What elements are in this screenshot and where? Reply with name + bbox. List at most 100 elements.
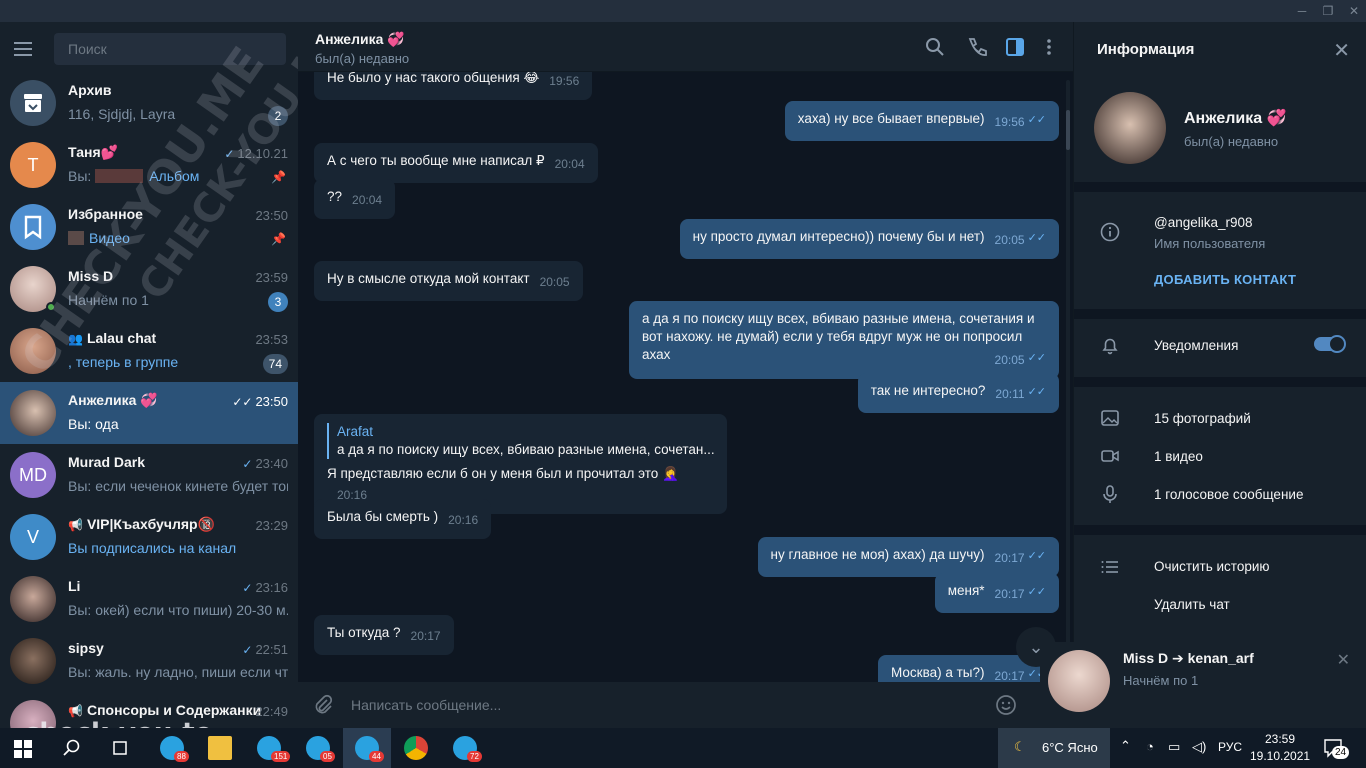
- chat-list-sidebar: Поиск Архив 116, Sjdjdj, Layra 2 Т Таня💕…: [0, 22, 298, 728]
- taskbar-telegram[interactable]: 151: [245, 728, 293, 768]
- chat-item[interactable]: Т Таня💕 ✓ 12.10.21 Вы: Альбом 📌: [0, 134, 298, 196]
- avatar: V: [10, 514, 56, 560]
- notifications-label: Уведомления: [1154, 338, 1239, 353]
- maximize-button[interactable]: ❐: [1318, 3, 1338, 19]
- task-view-icon[interactable]: [110, 738, 130, 758]
- chat-preview: Вы: ода: [68, 416, 119, 432]
- avatar: Т: [10, 142, 56, 188]
- chevron-up-icon[interactable]: ⌃: [1120, 738, 1131, 754]
- chat-item[interactable]: MD Murad Dark ✓ 23:40 Вы: если чеченок ки…: [0, 444, 298, 506]
- notification-popup[interactable]: Miss D ➔ kenan_arf Начнём по 1 ✕: [1040, 642, 1366, 728]
- message-outgoing[interactable]: хаха) ну все бывает впервые) 19:56 ✓✓: [784, 101, 1059, 141]
- unread-badge: 74: [262, 354, 288, 374]
- message-incoming[interactable]: Не было у нас такого общения 😂 19:56: [314, 72, 593, 100]
- message-input[interactable]: Написать сообщение...: [351, 697, 501, 713]
- search-icon[interactable]: [924, 36, 946, 58]
- microphone-icon: [1100, 484, 1120, 504]
- profile-name: Анжелика 💞: [1184, 110, 1287, 127]
- video-icon: [1100, 446, 1120, 466]
- chat-preview: Начнём по 1: [68, 292, 149, 308]
- chat-header: Анжелика 💞 был(а) недавно: [298, 22, 1073, 72]
- messages-scrollbar[interactable]: [1066, 80, 1070, 680]
- more-menu-icon[interactable]: [1038, 36, 1060, 58]
- sent-check-icon: ✓: [242, 581, 253, 595]
- message-incoming[interactable]: Была бы смерть ) 20:16: [314, 499, 492, 539]
- search-input[interactable]: Поиск: [54, 33, 286, 65]
- attach-icon[interactable]: [312, 694, 334, 716]
- taskbar-telegram-active[interactable]: 44: [343, 728, 391, 768]
- battery-icon[interactable]: ▭: [1168, 739, 1180, 755]
- chat-item[interactable]: Li ✓ 23:16 Вы: окей) если что пиши) 20-30…: [0, 568, 298, 630]
- notification-center-icon[interactable]: 24: [1322, 736, 1350, 760]
- taskbar-telegram[interactable]: 88: [148, 728, 196, 768]
- voice-count[interactable]: 1 голосовое сообщение: [1154, 487, 1303, 502]
- clock[interactable]: 23:59 19.10.2021: [1250, 731, 1310, 765]
- sent-check-icon: ✓: [224, 147, 235, 161]
- chat-name: Избранное: [68, 206, 143, 222]
- message-incoming[interactable]: Ну в смысле откуда мой контакт 20:05: [314, 261, 583, 301]
- channel-icon: 📢: [68, 704, 83, 718]
- message-incoming[interactable]: Ты откуда ? 20:17: [314, 615, 454, 655]
- chat-item[interactable]: Miss D 23:59 Начнём по 1 3: [0, 258, 298, 320]
- chat-name: Таня💕: [68, 144, 119, 160]
- scroll-thumb[interactable]: [1066, 110, 1070, 150]
- notifications-toggle[interactable]: [1314, 335, 1346, 353]
- chat-name: 📢 VIP|Къахбучляр🔞: [68, 516, 215, 532]
- close-icon[interactable]: ✕: [1337, 650, 1350, 670]
- reply-quote[interactable]: Arafat а да я по поиску ищу всех, вбиваю…: [327, 423, 715, 459]
- clear-history-button[interactable]: Очистить историю: [1154, 559, 1270, 574]
- username-value[interactable]: @angelika_r908: [1154, 215, 1253, 230]
- message-outgoing[interactable]: так не интересно? 20:11 ✓✓: [857, 373, 1059, 413]
- chat-item[interactable]: V 📢 VIP|Къахбучляр🔞 23:29 Вы подписались …: [0, 506, 298, 568]
- message-incoming[interactable]: ?? 20:04: [314, 179, 396, 219]
- taskbar-telegram[interactable]: 05: [294, 728, 342, 768]
- hamburger-menu-icon[interactable]: [14, 38, 40, 60]
- message-outgoing[interactable]: меня* 20:17 ✓✓: [934, 573, 1059, 613]
- delete-chat-button[interactable]: Удалить чат: [1154, 597, 1230, 612]
- chat-item[interactable]: sipsy ✓ 22:51 Вы: жаль. ну ладно, пиши ес…: [0, 630, 298, 692]
- sent-check-icon: ✓: [242, 643, 253, 657]
- taskbar-chrome[interactable]: [392, 728, 440, 768]
- read-check-icon: ✓✓: [1027, 352, 1046, 364]
- divider: [1074, 309, 1366, 319]
- profile-avatar[interactable]: [1094, 92, 1166, 164]
- weather-text: 6°C Ясно: [1042, 740, 1098, 755]
- message-outgoing[interactable]: ну главное не моя) ахах) да шучу) 20:17 ✓✓: [757, 537, 1059, 577]
- chat-item-archive[interactable]: Архив 116, Sjdjdj, Layra 2: [0, 72, 298, 134]
- notification-count: 24: [1332, 746, 1350, 759]
- wifi-icon[interactable]: ◔: [1146, 739, 1154, 754]
- close-window-button[interactable]: ✕: [1344, 3, 1364, 19]
- taskbar-telegram[interactable]: 72: [441, 728, 489, 768]
- search-icon[interactable]: [62, 738, 82, 758]
- archive-icon: [10, 80, 56, 126]
- photos-count[interactable]: 15 фотографий: [1154, 411, 1251, 426]
- close-icon[interactable]: ✕: [1333, 38, 1350, 63]
- chat-item-active[interactable]: Анжелика 💞 ✓✓ 23:50 Вы: ода: [0, 382, 298, 444]
- chat-name: Murad Dark: [68, 454, 146, 470]
- windows-start-icon[interactable]: [14, 740, 32, 758]
- chat-item-saved[interactable]: Избранное 23:50 Видео 📌: [0, 196, 298, 258]
- weather-widget[interactable]: ☾ 6°C Ясно: [998, 728, 1110, 768]
- language-indicator[interactable]: РУС: [1218, 740, 1242, 754]
- sidebar-toggle-icon[interactable]: [1004, 36, 1026, 58]
- message-outgoing[interactable]: ну просто думал интересно)) почему бы и …: [679, 219, 1059, 259]
- add-contact-button[interactable]: ДОБАВИТЬ КОНТАКТ: [1154, 272, 1296, 287]
- message-outgoing[interactable]: а да я по поиску ищу всех, вбиваю разные…: [629, 301, 1059, 379]
- emoji-icon[interactable]: [995, 694, 1017, 716]
- chat-item[interactable]: 👥 Lalau chat 23:53 , теперь в группе 74: [0, 320, 298, 382]
- info-icon: [1100, 222, 1120, 242]
- unread-badge: 3: [268, 292, 288, 312]
- chat-item[interactable]: 📢 Спонсоры и Содержанки 22:49: [0, 692, 298, 728]
- minimize-button[interactable]: ─: [1292, 3, 1312, 19]
- chat-time: 23:50: [255, 208, 288, 223]
- chat-preview: Вы: окей) если что пиши) 20-30 м...: [68, 602, 288, 618]
- volume-icon[interactable]: ◁): [1192, 739, 1206, 755]
- notification-text: Начнём по 1: [1123, 673, 1199, 688]
- message-incoming[interactable]: А с чего ты вообще мне написал ₽20:04: [314, 143, 598, 183]
- taskbar-explorer[interactable]: [196, 728, 244, 768]
- message-list: Не было у нас такого общения 😂 19:56 хаха…: [298, 72, 1073, 682]
- phone-icon[interactable]: [965, 36, 987, 58]
- videos-count[interactable]: 1 видео: [1154, 449, 1203, 464]
- chat-title[interactable]: Анжелика 💞: [315, 31, 405, 48]
- pin-icon: 📌: [271, 232, 286, 246]
